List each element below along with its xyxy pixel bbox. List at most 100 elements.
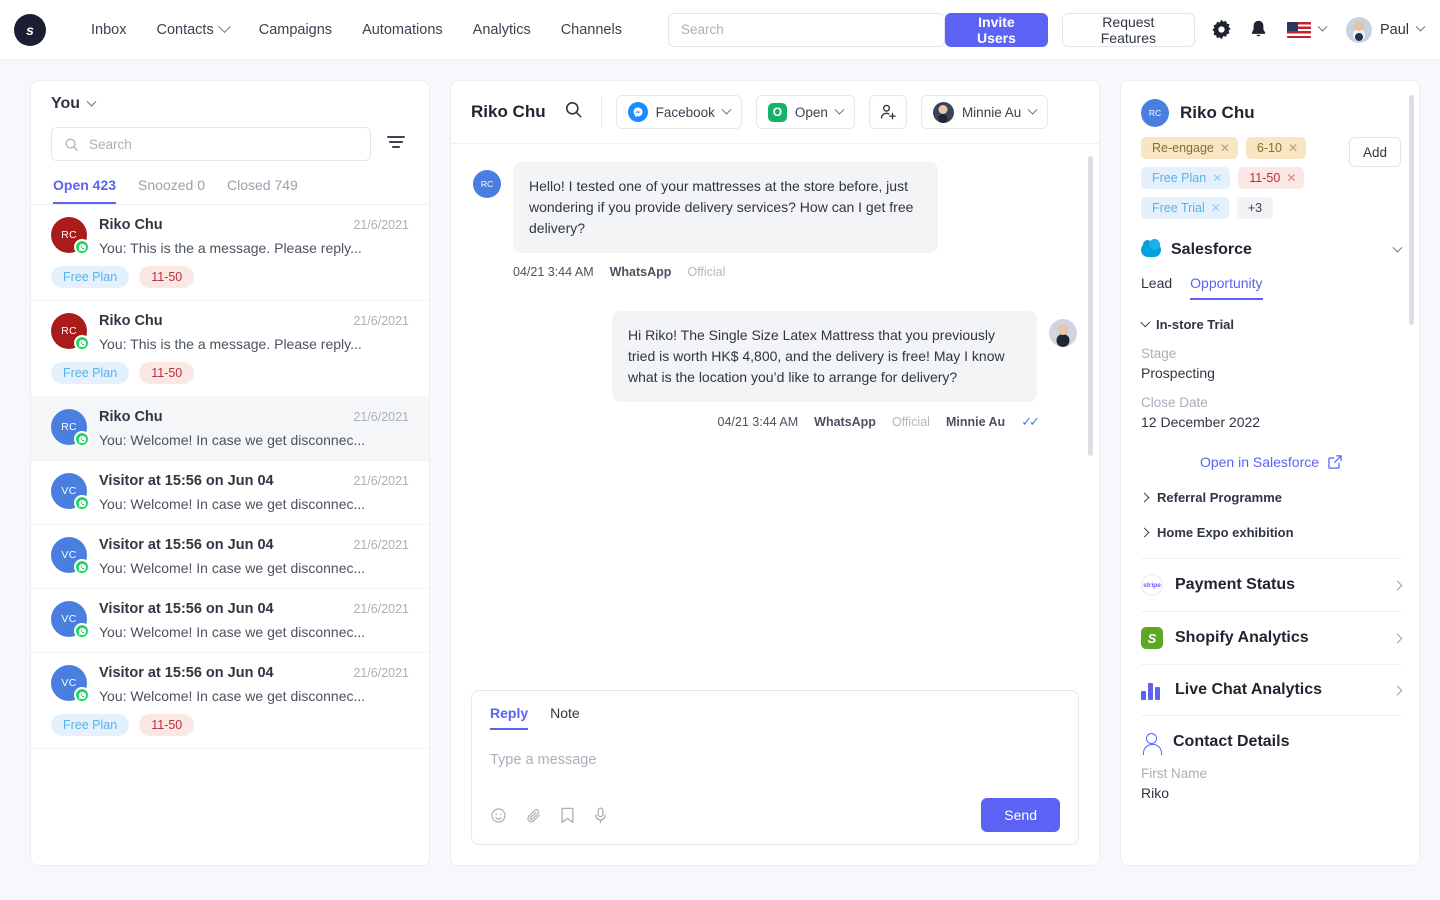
close-icon[interactable]: ✕ <box>1212 171 1222 185</box>
nav-item-contacts[interactable]: Contacts <box>141 14 243 46</box>
status-selector[interactable]: O Open <box>756 95 855 129</box>
gear-icon[interactable] <box>1211 19 1232 40</box>
whatsapp-icon <box>74 559 90 575</box>
assignee-label: Minnie Au <box>962 105 1021 120</box>
nav-item-label: Contacts <box>156 22 213 38</box>
bell-icon[interactable] <box>1248 19 1269 40</box>
composer-toolbar: Send <box>490 798 1060 832</box>
send-button[interactable]: Send <box>981 798 1060 832</box>
nav-item-inbox[interactable]: Inbox <box>76 14 141 46</box>
conversation-title-row: Visitor at 15:56 on Jun 0421/6/2021 <box>99 665 409 681</box>
status-badge: 11-50 <box>139 266 194 288</box>
global-search-input[interactable]: Search <box>668 13 945 47</box>
conversation-list-item[interactable]: RCRiko Chu21/6/2021You: This is the a me… <box>31 205 429 301</box>
tab-closed[interactable]: Closed 749 <box>227 177 298 204</box>
tab-snoozed[interactable]: Snoozed 0 <box>138 177 205 204</box>
field-label: Close Date <box>1141 395 1401 410</box>
contact-tag[interactable]: 11-50✕ <box>1238 167 1304 189</box>
chevron-down-icon[interactable] <box>1393 242 1403 252</box>
live-chat-analytics-icon <box>1141 680 1163 700</box>
contact-tag[interactable]: Re-engage✕ <box>1141 137 1238 159</box>
conversation-tags: Free Plan11-50 <box>51 362 409 384</box>
chevron-down-icon <box>1416 22 1426 32</box>
whatsapp-icon <box>74 335 90 351</box>
user-menu[interactable]: Paul <box>1346 17 1424 43</box>
contact-tags-area: Re-engage✕6-10✕Free Plan✕11-50✕Free Tria… <box>1141 137 1401 219</box>
person-icon <box>1141 732 1161 752</box>
opportunity-name: In-store Trial <box>1156 317 1234 332</box>
scrollbar[interactable] <box>1088 156 1093 456</box>
section-live-chat-analytics[interactable]: Live Chat Analytics <box>1141 664 1401 715</box>
home-expo-accordion[interactable]: Home Expo exhibition <box>1141 525 1401 540</box>
inbox-owner-selector[interactable]: You <box>51 95 409 113</box>
request-features-button[interactable]: Request Features <box>1062 13 1195 47</box>
nav-item-channels[interactable]: Channels <box>546 14 637 46</box>
salesforce-section-header[interactable]: Salesforce <box>1141 241 1401 259</box>
tab-open[interactable]: Open 423 <box>53 177 116 204</box>
nav-item-campaigns[interactable]: Campaigns <box>244 14 347 46</box>
conversation-list-item[interactable]: RCRiko Chu21/6/2021You: This is the a me… <box>31 301 429 397</box>
conversation-row: RCRiko Chu21/6/2021You: This is the a me… <box>51 313 409 352</box>
attachment-icon[interactable] <box>525 807 542 824</box>
language-selector[interactable] <box>1269 22 1326 38</box>
conversation-list-item[interactable]: RCRiko Chu21/6/2021You: Welcome! In case… <box>31 397 429 461</box>
close-icon[interactable]: ✕ <box>1286 171 1296 185</box>
close-icon[interactable]: ✕ <box>1211 201 1221 215</box>
scrollbar[interactable] <box>1409 95 1414 325</box>
message-time: 04/21 3:44 AM <box>718 415 799 429</box>
conversation-list[interactable]: RCRiko Chu21/6/2021You: This is the a me… <box>31 205 429 865</box>
invite-users-button[interactable]: Invite Users <box>945 13 1048 47</box>
conversation-preview: You: Welcome! In case we get disconnec..… <box>99 560 409 576</box>
inbox-status-tabs: Open 423 Snoozed 0 Closed 749 <box>51 177 409 204</box>
contact-details-panel: RC Riko Chu Re-engage✕6-10✕Free Plan✕11-… <box>1120 80 1420 866</box>
primary-nav: Inbox Contacts Campaigns Automations Ana… <box>76 14 637 46</box>
filter-icon[interactable] <box>383 131 409 158</box>
section-shopify-analytics[interactable]: S Shopify Analytics <box>1141 611 1401 664</box>
close-icon[interactable]: ✕ <box>1220 141 1230 155</box>
nav-item-automations[interactable]: Automations <box>347 14 458 46</box>
conversation-list-item[interactable]: VCVisitor at 15:56 on Jun 0421/6/2021You… <box>31 461 429 525</box>
contact-tag[interactable]: 6-10✕ <box>1246 137 1306 159</box>
inbox-search-input[interactable]: Search <box>51 127 371 161</box>
contact-tag[interactable]: Free Plan ✕ <box>1141 167 1230 189</box>
add-tag-button[interactable]: Add <box>1349 137 1401 167</box>
inbox-header: You Search Open 423 Snoozed 0 Closed 749 <box>31 81 429 204</box>
tab-note[interactable]: Note <box>550 705 580 730</box>
conversation-preview: You: Welcome! In case we get disconnec..… <box>99 688 409 704</box>
avatar-wrapper: VC <box>51 537 87 573</box>
microphone-icon[interactable] <box>593 807 608 824</box>
opportunity-accordion[interactable]: In-store Trial <box>1141 317 1401 332</box>
field-label: First Name <box>1141 766 1401 781</box>
contact-tag-overflow[interactable]: +3 <box>1237 197 1273 219</box>
search-icon[interactable] <box>560 96 587 128</box>
app-logo[interactable]: s <box>14 14 46 46</box>
contact-tag-label: Free Trial <box>1152 201 1205 215</box>
assignee-selector[interactable]: Minnie Au <box>921 95 1048 129</box>
tab-opportunity[interactable]: Opportunity <box>1190 275 1262 300</box>
emoji-icon[interactable] <box>490 807 507 824</box>
snippet-icon[interactable] <box>560 807 575 824</box>
add-user-icon[interactable] <box>869 95 907 129</box>
message-channel: WhatsApp <box>610 265 672 279</box>
conversation-list-item[interactable]: VCVisitor at 15:56 on Jun 0421/6/2021You… <box>31 653 429 749</box>
nav-item-label: Inbox <box>91 22 126 38</box>
close-icon[interactable]: ✕ <box>1288 141 1298 155</box>
nav-item-analytics[interactable]: Analytics <box>458 14 546 46</box>
section-payment-status[interactable]: stripe Payment Status <box>1141 558 1401 611</box>
status-badge: 11-50 <box>139 714 194 736</box>
conversation-list-item[interactable]: VCVisitor at 15:56 on Jun 0421/6/2021You… <box>31 525 429 589</box>
contact-tag-label: Free Plan <box>1152 171 1206 185</box>
external-link-icon <box>1328 455 1342 469</box>
tab-lead[interactable]: Lead <box>1141 275 1172 300</box>
message-input[interactable]: Type a message <box>490 730 1060 798</box>
inbox-panel: You Search Open 423 Snoozed 0 Closed 749… <box>30 80 430 866</box>
tab-reply[interactable]: Reply <box>490 705 528 730</box>
salesforce-tabs: Lead Opportunity <box>1141 275 1401 300</box>
conversation-list-item[interactable]: VCVisitor at 15:56 on Jun 0421/6/2021You… <box>31 589 429 653</box>
referral-programme-accordion[interactable]: Referral Programme <box>1141 490 1401 505</box>
channel-selector[interactable]: Facebook <box>616 95 742 129</box>
contact-details-title: Contact Details <box>1173 733 1289 751</box>
open-in-salesforce-link[interactable]: Open in Salesforce <box>1141 454 1401 470</box>
contact-tag[interactable]: Free Trial ✕ <box>1141 197 1229 219</box>
conversation-date: 21/6/2021 <box>353 474 409 488</box>
